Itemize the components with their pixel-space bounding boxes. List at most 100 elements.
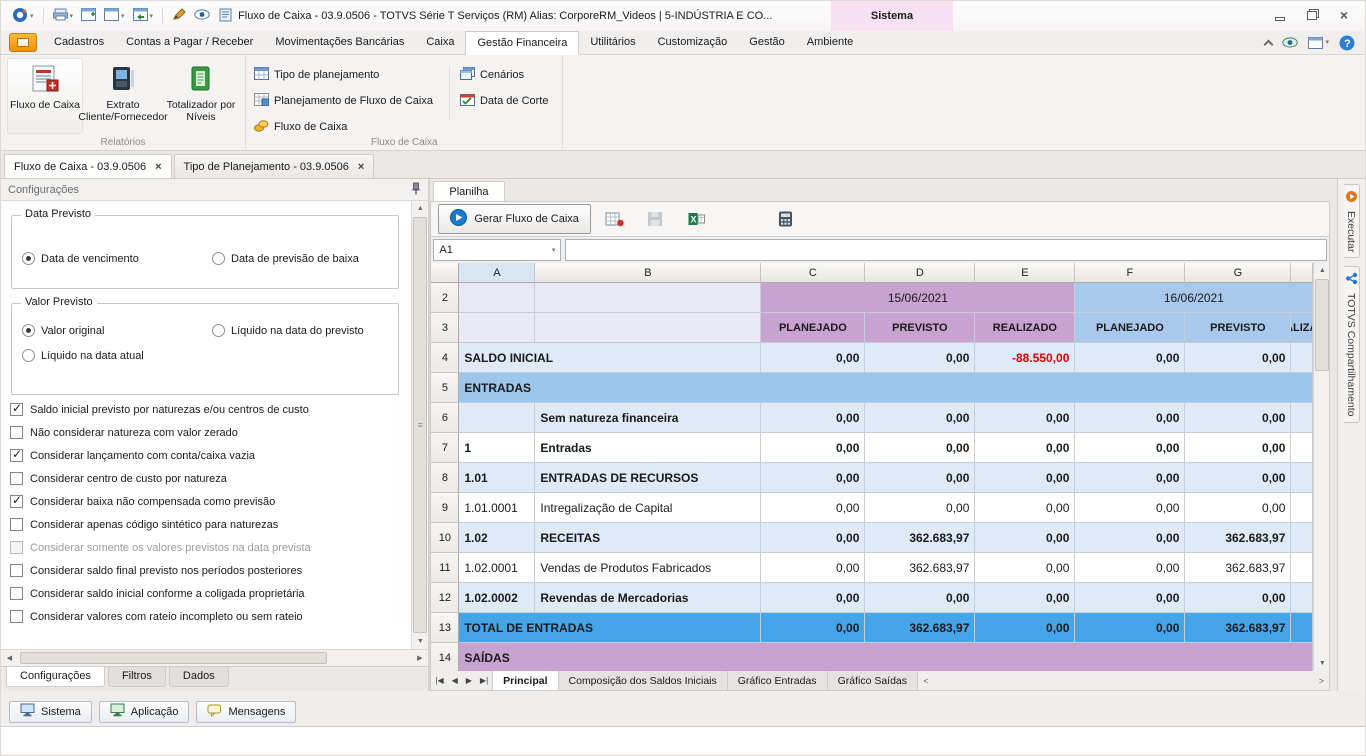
gerar-fluxo-de-caixa-button[interactable]: Gerar Fluxo de Caixa — [438, 204, 591, 234]
value-cell[interactable]: 0,00 — [1075, 463, 1185, 493]
value-cell[interactable]: 0,00 — [865, 343, 975, 373]
value-cell[interactable]: 0,00 — [865, 433, 975, 463]
row-header-12[interactable]: 12 — [431, 583, 459, 613]
row-header-14[interactable]: 14 — [431, 643, 459, 671]
sheet-nav-prev-button[interactable]: ◀ — [448, 676, 462, 685]
menu-tab-ambiente[interactable]: Ambiente — [796, 31, 864, 54]
menu-tab-contas-a-pagar-receber[interactable]: Contas a Pagar / Receber — [115, 31, 264, 54]
cell[interactable] — [1291, 343, 1313, 373]
row-header-7[interactable]: 7 — [431, 433, 459, 463]
fluxo-de-caixa-button[interactable]: Fluxo de Caixa — [252, 118, 441, 136]
value-cell[interactable]: 362.683,97 — [865, 523, 975, 553]
checkbox-nao-considerar-natureza-com-valor-zerado[interactable]: Não considerar natureza com valor zerado — [10, 426, 311, 439]
radio-liquido-na-data-atual[interactable]: Líquido na data atual — [22, 349, 212, 362]
code-cell[interactable]: 1.01 — [459, 463, 535, 493]
edit-button[interactable] — [169, 6, 189, 26]
section-label-cell[interactable]: ENTRADAS — [459, 373, 1313, 403]
value-cell[interactable]: 0,00 — [975, 493, 1075, 523]
scrollbar-thumb[interactable] — [1315, 279, 1329, 371]
cell-reference-box[interactable]: A1 ▾ — [433, 239, 561, 261]
value-cell[interactable]: 0,00 — [975, 613, 1075, 643]
sheet-tab-grafico-saidas[interactable]: Gráfico Saídas — [828, 671, 918, 690]
restore-button[interactable] — [1305, 8, 1319, 22]
cell[interactable] — [1291, 523, 1313, 553]
value-cell[interactable]: 0,00 — [1185, 433, 1291, 463]
status-sistema-button[interactable]: Sistema — [9, 701, 92, 723]
value-cell[interactable]: 0,00 — [1185, 583, 1291, 613]
description-cell[interactable]: Sem natureza financeira — [535, 403, 761, 433]
totvs-logo-button[interactable]: ▾ — [9, 5, 37, 28]
scroll-track[interactable] — [18, 650, 411, 666]
value-cell[interactable]: 0,00 — [761, 433, 865, 463]
close-tab-icon[interactable]: × — [358, 161, 364, 173]
checkbox-considerar-somente-os-valores-previstos-na-data-prevista[interactable]: Considerar somente os valores previstos … — [10, 541, 311, 554]
close-button[interactable]: × — [1337, 8, 1351, 22]
window-layout-button[interactable]: ▾ — [101, 6, 128, 26]
column-header-E[interactable]: E — [975, 263, 1075, 283]
status-mensagens-button[interactable]: Mensagens — [196, 701, 296, 723]
value-cell[interactable]: 0,00 — [1185, 403, 1291, 433]
checkbox-considerar-apenas-codigo-sintetico-para-naturezas[interactable]: Considerar apenas código sintético para … — [10, 518, 311, 531]
totalizador-por-niveis-button[interactable]: Totalizador por Níveis — [163, 58, 239, 134]
row-label-cell[interactable]: SALDO INICIAL — [459, 343, 761, 373]
radio-valor-original[interactable]: Valor original — [22, 324, 212, 337]
application-menu-button[interactable] — [9, 33, 37, 52]
status-aplicacao-button[interactable]: Aplicação — [99, 701, 190, 723]
side-tab-totvs-compartilhamento[interactable]: TOTVS Compartilhamento — [1344, 266, 1360, 423]
value-cell[interactable]: 362.683,97 — [865, 553, 975, 583]
checkbox-considerar-lancamento-com-conta-caixa-vazia[interactable]: Considerar lançamento com conta/caixa va… — [10, 449, 311, 462]
scroll-track[interactable] — [934, 671, 1313, 690]
planilha-tab[interactable]: Planilha — [433, 181, 504, 201]
code-cell[interactable] — [459, 403, 535, 433]
save-button[interactable] — [642, 207, 669, 232]
value-cell[interactable]: 362.683,97 — [1185, 613, 1291, 643]
value-cell[interactable]: 0,00 — [1075, 343, 1185, 373]
row-header-10[interactable]: 10 — [431, 523, 459, 553]
row-label-cell[interactable]: TOTAL DE ENTRADAS — [459, 613, 761, 643]
description-cell[interactable]: Vendas de Produtos Fabricados — [535, 553, 761, 583]
date-header-cell[interactable]: 15/06/2021 — [761, 283, 1075, 313]
scroll-down-button[interactable]: ▼ — [412, 634, 428, 649]
close-tab-icon[interactable]: × — [155, 161, 161, 173]
checkbox-considerar-baixa-nao-compensada-como-previsao[interactable]: Considerar baixa não compensada como pre… — [10, 495, 311, 508]
window-navigate-button[interactable]: ▾ — [130, 6, 157, 26]
spreadsheet-grid[interactable]: ABCDEFG215/06/202116/06/20213PLANEJADOPR… — [431, 263, 1313, 671]
document-tab-tipo-de-planejamento-03-9-0506[interactable]: Tipo de Planejamento - 03.9.0506× — [174, 154, 375, 178]
calculator-button[interactable] — [772, 207, 799, 232]
sheet-nav-first-button[interactable]: |◀ — [431, 676, 447, 685]
checkbox-considerar-centro-de-custo-por-natureza[interactable]: Considerar centro de custo por natureza — [10, 472, 311, 485]
column-header-A[interactable]: A — [459, 263, 535, 283]
view-button[interactable] — [191, 7, 213, 25]
value-cell[interactable]: 0,00 — [761, 403, 865, 433]
value-cell[interactable]: 0,00 — [1185, 343, 1291, 373]
minimize-button[interactable] — [1273, 8, 1287, 22]
value-cell[interactable]: 0,00 — [1075, 403, 1185, 433]
cell[interactable] — [1291, 493, 1313, 523]
value-cell[interactable]: 0,00 — [761, 553, 865, 583]
checkbox-considerar-valores-com-rateio-incompleto-ou-sem-rateio[interactable]: Considerar valores com rateio incompleto… — [10, 610, 311, 623]
tipo-de-planejamento-button[interactable]: Tipo de planejamento — [252, 66, 441, 84]
row-header-8[interactable]: 8 — [431, 463, 459, 493]
code-cell[interactable]: 1.02.0001 — [459, 553, 535, 583]
pin-icon[interactable] — [411, 182, 421, 198]
cell[interactable] — [1291, 403, 1313, 433]
description-cell[interactable]: RECEITAS — [535, 523, 761, 553]
value-cell[interactable]: 0,00 — [1075, 583, 1185, 613]
fluxo-de-caixa-report-button[interactable]: Fluxo de Caixa — [7, 58, 83, 134]
value-cell[interactable]: 0,00 — [1075, 523, 1185, 553]
checkbox-saldo-inicial-previsto-por-naturezas-e-ou-centros-de-custo[interactable]: Saldo inicial previsto por naturezas e/o… — [10, 403, 311, 416]
value-header-cell[interactable]: PREVISTO — [1185, 313, 1291, 343]
value-cell[interactable]: 362.683,97 — [1185, 553, 1291, 583]
value-cell[interactable]: 0,00 — [975, 403, 1075, 433]
value-cell[interactable]: 0,00 — [975, 523, 1075, 553]
cell[interactable] — [535, 313, 761, 343]
value-cell[interactable]: 0,00 — [761, 343, 865, 373]
extrato-cliente-fornecedor-button[interactable]: Extrato Cliente/Fornecedor — [85, 58, 161, 134]
config-tab-dados[interactable]: Dados — [169, 667, 229, 687]
value-header-cell[interactable]: REALIZADO — [975, 313, 1075, 343]
value-cell[interactable]: 0,00 — [865, 493, 975, 523]
menu-tab-cadastros[interactable]: Cadastros — [43, 31, 115, 54]
row-header-6[interactable]: 6 — [431, 403, 459, 433]
value-cell[interactable]: 0,00 — [761, 583, 865, 613]
print-button[interactable]: ▾ — [50, 6, 77, 26]
